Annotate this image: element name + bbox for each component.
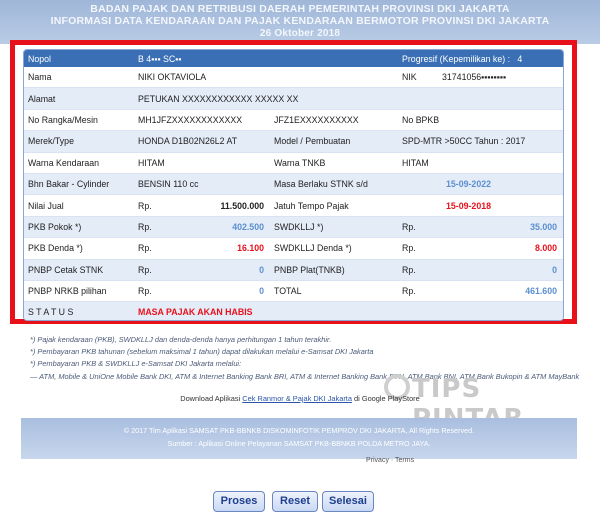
currency: Rp. xyxy=(134,194,194,217)
reset-button[interactable]: Reset xyxy=(272,491,318,512)
table-row: Nilai Jual Rp. 11.500.000 Jatuh Tempo Pa… xyxy=(24,194,563,217)
currency: Rp. xyxy=(134,259,194,281)
nik-label: NIK xyxy=(398,67,438,89)
table-row: No Rangka/Mesin MH1JFZXXXXXXXXXXXX JFZ1E… xyxy=(24,109,563,132)
model-value: SPD-MTR >50CC Tahun : 2017 xyxy=(398,130,563,153)
currency: Rp. xyxy=(134,216,194,239)
vehicle-info-panel: Nopol B 4▪▪▪ SC▪▪ Progresif (Kepemilikan… xyxy=(23,49,564,321)
alamat-value: PETUKAN XXXXXXXXXXXX XXXXX XX xyxy=(134,87,563,110)
pnbp-stnk-value: 0 xyxy=(194,259,270,281)
pnbp-plat-label: PNBP Plat(TNKB) xyxy=(270,259,398,281)
njual-value: 11.500.000 xyxy=(194,194,270,217)
table-row: PNBP Cetak STNK Rp. 0 PNBP Plat(TNKB) Rp… xyxy=(24,259,563,281)
nama-label: Nama xyxy=(24,67,134,89)
pnbp-nrkb-label: PNBP NRKB pilihan xyxy=(24,280,134,303)
swdkllj-denda-label: SWDKLLJ Denda *) xyxy=(270,237,398,260)
currency: Rp. xyxy=(134,280,194,303)
currency: Rp. xyxy=(134,237,194,260)
pkb-denda-label: PKB Denda *) xyxy=(24,237,134,260)
note: *) Pajak kendaraan (PKB), SWDKLLJ dan de… xyxy=(30,335,332,344)
download-prefix: Download Aplikasi xyxy=(180,394,241,403)
privacy-terms-link[interactable]: Privacy · Terms xyxy=(366,457,414,464)
pnbp-nrkb-value: 0 xyxy=(194,280,270,303)
nopol-label: Nopol xyxy=(24,50,134,67)
table-row: PNBP NRKB pilihan Rp. 0 TOTAL Rp. 461.60… xyxy=(24,280,563,303)
vehicle-info-table: Nopol B 4▪▪▪ SC▪▪ Progresif (Kepemilikan… xyxy=(24,50,563,320)
highlight-box: Nopol B 4▪▪▪ SC▪▪ Progresif (Kepemilikan… xyxy=(10,40,577,324)
pkb-pokok-value: 402.500 xyxy=(194,216,270,239)
status-value: MASA PAJAK AKAN HABIS xyxy=(134,301,563,320)
table-row: S T A T U S MASA PAJAK AKAN HABIS xyxy=(24,301,563,320)
tnkb-label: Warna TNKB xyxy=(270,152,398,174)
table-row: Alamat PETUKAN XXXXXXXXXXXX XXXXX XX xyxy=(24,87,563,110)
download-suffix: di Google PlayStore xyxy=(354,394,420,403)
rangka-label: No Rangka/Mesin xyxy=(24,109,134,132)
bbm-label: Bhn Bakar - Cylinder xyxy=(24,173,134,196)
tnkb-value: HITAM xyxy=(398,152,563,174)
table-row: Merek/Type HONDA D1B02N26L2 AT Model / P… xyxy=(24,130,563,153)
merek-label: Merek/Type xyxy=(24,130,134,153)
download-app-link[interactable]: Cek Ranmor & Pajak DKI Jakarta xyxy=(242,394,352,403)
pnbp-stnk-label: PNBP Cetak STNK xyxy=(24,259,134,281)
currency: Rp. xyxy=(398,237,438,260)
report-date: 26 Oktober 2018 xyxy=(259,28,341,39)
copyright: © 2017 Tim Aplikasi SAMSAT PKB-BBNKB DIS… xyxy=(123,426,475,435)
source-note: Sumber : Aplikasi Online Pelayanan SAMSA… xyxy=(167,439,431,448)
footer: © 2017 Tim Aplikasi SAMSAT PKB-BBNKB DIS… xyxy=(21,418,577,459)
table-row: PKB Pokok *) Rp. 402.500 SWDKLLJ *) Rp. … xyxy=(24,216,563,239)
table-header-row: Nopol B 4▪▪▪ SC▪▪ Progresif (Kepemilikan… xyxy=(24,50,563,67)
total-label: TOTAL xyxy=(270,280,398,303)
progresif: Progresif (Kepemilikan ke) : 4 xyxy=(398,50,563,67)
info-title: INFORMASI DATA KENDARAAN DAN PAJAK KENDA… xyxy=(50,15,550,27)
swdkllj-label: SWDKLLJ *) xyxy=(270,216,398,239)
table-row: Bhn Bakar - Cylinder BENSIN 110 cc Masa … xyxy=(24,173,563,196)
download-line: Download Aplikasi Cek Ranmor & Pajak DKI… xyxy=(0,394,600,403)
nama-value: NIKI OKTAVIOLA xyxy=(134,67,398,89)
total-value: 461.600 xyxy=(438,280,563,303)
currency: Rp. xyxy=(398,259,438,281)
rangka-value: MH1JFZXXXXXXXXXXXX xyxy=(134,109,270,132)
status-label: S T A T U S xyxy=(24,301,134,320)
agency-title: BADAN PAJAK DAN RETRIBUSI DAERAH PEMERIN… xyxy=(90,3,510,15)
alamat-label: Alamat xyxy=(24,87,134,110)
currency: Rp. xyxy=(398,216,438,239)
pkb-denda-value: 16.100 xyxy=(194,237,270,260)
table-row: Warna Kendaraan HITAM Warna TNKB HITAM xyxy=(24,152,563,174)
mesin-value: JFZ1EXXXXXXXXXX xyxy=(270,109,398,132)
table-row: PKB Denda *) Rp. 16.100 SWDKLLJ Denda *)… xyxy=(24,237,563,260)
stnk-label: Masa Berlaku STNK s/d xyxy=(270,173,398,196)
model-label: Model / Pembuatan xyxy=(270,130,398,153)
nopol-value: B 4▪▪▪ SC▪▪ xyxy=(134,50,398,67)
pnbp-plat-value: 0 xyxy=(438,259,563,281)
swdkllj-denda-value: 8.000 xyxy=(438,237,563,260)
bbm-value: BENSIN 110 cc xyxy=(134,173,270,196)
proses-button[interactable]: Proses xyxy=(213,491,265,512)
warna-value: HITAM xyxy=(134,152,270,174)
swdkllj-value: 35.000 xyxy=(438,216,563,239)
nik-value: 31741056▪▪▪▪▪▪▪▪ xyxy=(438,67,563,89)
pkb-pokok-label: PKB Pokok *) xyxy=(24,216,134,239)
note: *) Pembayaran PKB tahunan (sebelum maksi… xyxy=(30,347,374,357)
stnk-date: 15-09-2022 xyxy=(398,173,563,196)
selesai-button[interactable]: Selesai xyxy=(322,491,374,512)
njual-label: Nilai Jual xyxy=(24,194,134,217)
table-row: Nama NIKI OKTAVIOLA NIK 31741056▪▪▪▪▪▪▪▪ xyxy=(24,67,563,89)
action-bar: Proses Reset Selesai xyxy=(0,491,600,512)
bpkb-label: No BPKB xyxy=(398,109,563,132)
note: *) Pembayaran PKB & SWDKLLJ e-Samsat DKI… xyxy=(30,359,242,369)
currency: Rp. xyxy=(398,280,438,303)
jatuh-tempo-date: 15-09-2018 xyxy=(398,194,563,217)
merek-value: HONDA D1B02N26L2 AT xyxy=(134,130,270,153)
warna-label: Warna Kendaraan xyxy=(24,152,134,174)
jatuh-tempo-label: Jatuh Tempo Pajak xyxy=(270,194,398,217)
